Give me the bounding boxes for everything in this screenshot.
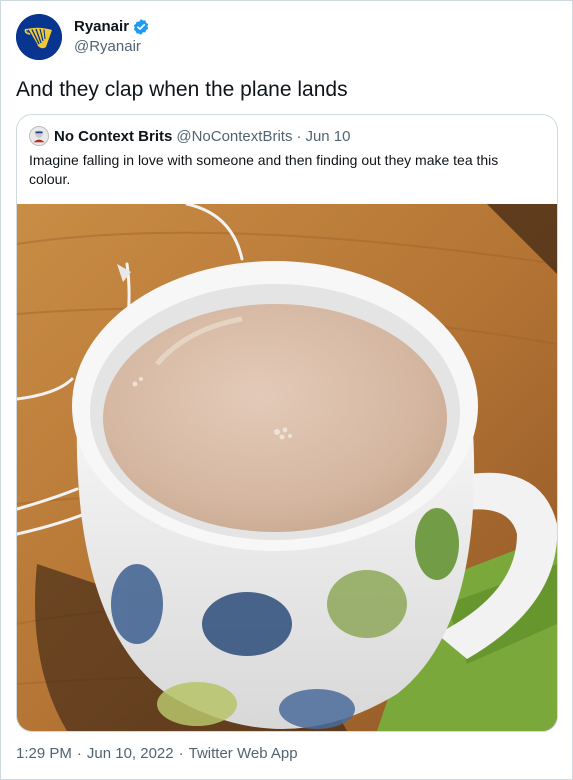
tweet-card: Ryanair @Ryanair And they clap when the … bbox=[0, 0, 573, 780]
quoted-tweet[interactable]: No Context Brits @NoContextBrits · Jun 1… bbox=[16, 114, 558, 732]
tweet-text: And they clap when the plane lands bbox=[16, 78, 348, 101]
ryanair-harp-logo-icon bbox=[16, 14, 62, 60]
quoted-tweet-date[interactable]: Jun 10 bbox=[305, 128, 350, 145]
tweet-time[interactable]: 1:29 PM bbox=[16, 745, 72, 762]
author-avatar[interactable] bbox=[16, 14, 62, 60]
quoted-author-name[interactable]: No Context Brits bbox=[54, 128, 172, 145]
tea-photo-illustration bbox=[17, 204, 557, 731]
author-display-name[interactable]: Ryanair bbox=[74, 17, 129, 37]
author-names: Ryanair @Ryanair bbox=[74, 17, 150, 57]
quoted-tweet-text: Imagine falling in love with someone and… bbox=[29, 152, 499, 187]
tweet-footer: 1:29 PM · Jun 10, 2022 · Twitter Web App bbox=[16, 745, 298, 762]
author-handle[interactable]: @Ryanair bbox=[74, 37, 150, 57]
footer-separator: · bbox=[76, 745, 82, 762]
quoted-author-handle[interactable]: @NoContextBrits bbox=[176, 128, 292, 145]
verified-badge-icon bbox=[132, 18, 150, 36]
tweet-date[interactable]: Jun 10, 2022 bbox=[87, 745, 174, 762]
tweet-source[interactable]: Twitter Web App bbox=[189, 745, 298, 762]
tweet-header: Ryanair @Ryanair bbox=[16, 13, 150, 61]
quoted-separator: · bbox=[296, 127, 302, 145]
milky-tea-mug-photo[interactable] bbox=[17, 204, 557, 731]
footer-separator-2: · bbox=[178, 745, 184, 762]
quoted-author-avatar[interactable] bbox=[29, 126, 49, 146]
no-context-brits-avatar-icon bbox=[30, 127, 48, 145]
author-name-row: Ryanair bbox=[74, 17, 150, 37]
quoted-tweet-header: No Context Brits @NoContextBrits · Jun 1… bbox=[29, 126, 351, 146]
